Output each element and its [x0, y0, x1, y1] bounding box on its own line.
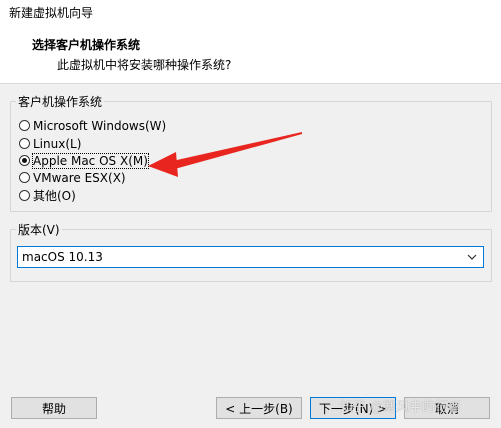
version-select[interactable]: macOS 10.13 [17, 246, 484, 268]
radio-windows[interactable] [19, 120, 30, 131]
radio-esx[interactable] [19, 172, 30, 183]
watermark: 知乎 @寒风中的行者 [340, 400, 462, 415]
os-option-label: VMware ESX(X) [33, 170, 126, 185]
title-bar: 新建虚拟机向导 [0, 0, 501, 25]
radio-other[interactable] [19, 190, 30, 201]
os-group-legend: 客户机操作系统 [16, 93, 105, 110]
radio-linux[interactable] [19, 138, 30, 149]
version-group-legend: 版本(V) [16, 221, 62, 238]
os-option-linux[interactable]: Linux(L) [19, 135, 81, 152]
wizard-header: 选择客户机操作系统 此虚拟机中将安装哪种操作系统? [0, 24, 501, 84]
os-option-windows[interactable]: Microsoft Windows(W) [19, 117, 166, 134]
radio-macos[interactable] [19, 155, 30, 166]
os-option-label: Linux(L) [33, 136, 82, 151]
os-option-macos[interactable]: Apple Mac OS X(M) [19, 152, 149, 169]
window-title: 新建虚拟机向导 [9, 6, 94, 20]
version-select-value: macOS 10.13 [22, 250, 103, 264]
os-option-other[interactable]: 其他(O) [19, 187, 76, 204]
page-title: 选择客户机操作系统 [32, 38, 141, 52]
os-option-esx[interactable]: VMware ESX(X) [19, 169, 126, 186]
back-button[interactable]: < 上一步(B) [216, 397, 302, 419]
os-option-label: Microsoft Windows(W) [33, 118, 167, 133]
os-option-label: 其他(O) [33, 189, 76, 203]
page-subtitle: 此虚拟机中将安装哪种操作系统? [57, 58, 232, 72]
os-option-label: Apple Mac OS X(M) [32, 152, 149, 169]
chevron-down-icon[interactable] [465, 249, 479, 265]
help-button[interactable]: 帮助 [11, 397, 97, 419]
